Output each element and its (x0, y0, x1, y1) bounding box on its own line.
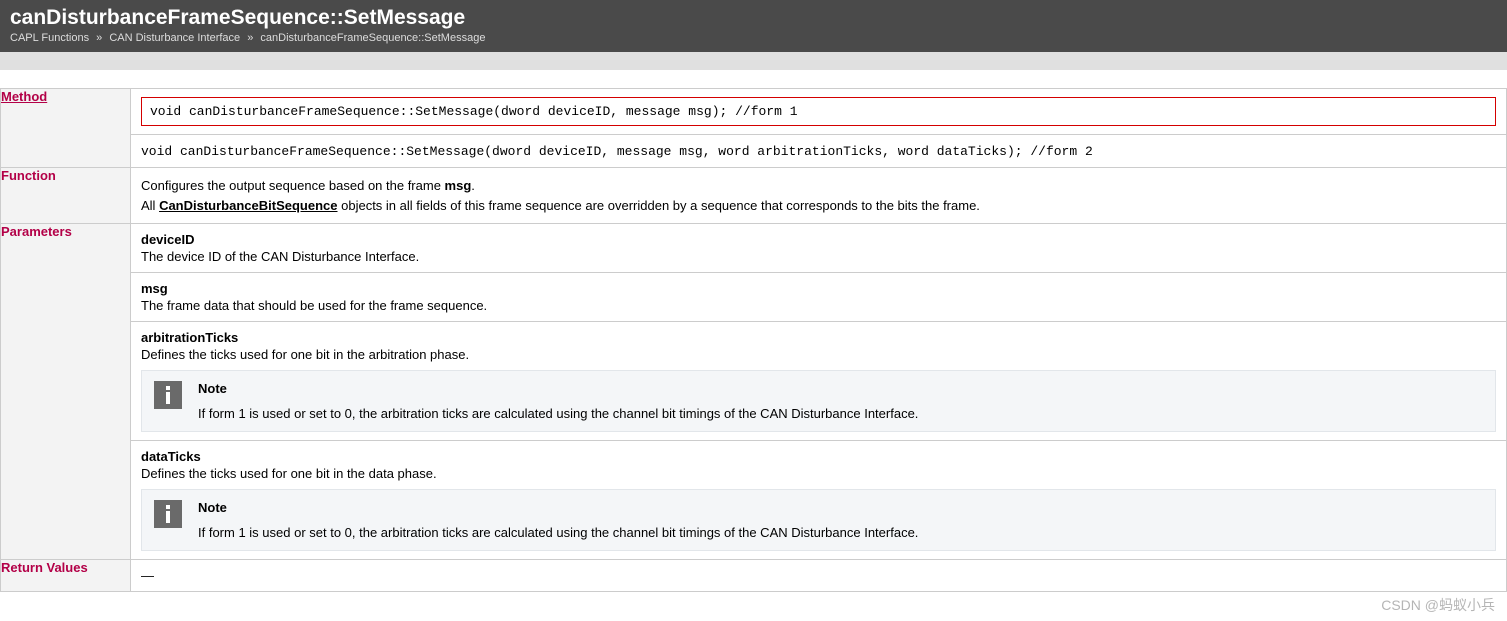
param-name: arbitrationTicks (141, 330, 1496, 345)
param-name: dataTicks (141, 449, 1496, 464)
param-block: msg The frame data that should be used f… (131, 272, 1506, 321)
function-text: . (471, 178, 475, 193)
row-parameters: Parameters deviceID The device ID of the… (1, 224, 1507, 560)
content-return-values: — (131, 560, 1507, 592)
breadcrumb: CAPL Functions » CAN Disturbance Interfa… (10, 32, 1497, 44)
method-signature-2: void canDisturbanceFrameSequence::SetMes… (141, 144, 1093, 159)
info-icon (154, 381, 182, 409)
breadcrumb-part[interactable]: CAPL Functions (10, 32, 89, 44)
content-method: void canDisturbanceFrameSequence::SetMes… (131, 89, 1507, 168)
page-title: canDisturbanceFrameSequence::SetMessage (10, 6, 1497, 30)
function-text: objects in all fields of this frame sequ… (338, 198, 980, 213)
info-icon (154, 500, 182, 528)
param-desc: The device ID of the CAN Disturbance Int… (141, 249, 1496, 264)
label-parameters: Parameters (1, 224, 131, 560)
method-signature-1: void canDisturbanceFrameSequence::SetMes… (141, 97, 1496, 126)
note-title: Note (198, 381, 1483, 396)
note-box: Note If form 1 is used or set to 0, the … (141, 370, 1496, 432)
param-desc: Defines the ticks used for one bit in th… (141, 466, 1496, 481)
label-method[interactable]: Method (1, 89, 131, 168)
function-link[interactable]: CanDisturbanceBitSequence (159, 198, 337, 213)
label-function: Function (1, 168, 131, 224)
label-return-values: Return Values (1, 560, 131, 592)
page-header: canDisturbanceFrameSequence::SetMessage … (0, 0, 1507, 52)
param-block: deviceID The device ID of the CAN Distur… (131, 224, 1506, 272)
function-text: All (141, 198, 159, 213)
row-function: Function Configures the output sequence … (1, 168, 1507, 224)
row-return-values: Return Values — (1, 560, 1507, 592)
row-method: Method void canDisturbanceFrameSequence:… (1, 89, 1507, 168)
param-desc: Defines the ticks used for one bit in th… (141, 347, 1496, 362)
breadcrumb-part[interactable]: CAN Disturbance Interface (109, 32, 240, 44)
param-block: dataTicks Defines the ticks used for one… (131, 440, 1506, 559)
function-text-bold: msg (445, 178, 472, 193)
subheader-bar (0, 52, 1507, 70)
definition-table: Method void canDisturbanceFrameSequence:… (0, 88, 1507, 592)
return-value: — (131, 560, 1506, 591)
breadcrumb-sep: » (96, 32, 102, 44)
note-title: Note (198, 500, 1483, 515)
content-function: Configures the output sequence based on … (131, 168, 1507, 224)
watermark: CSDN @蚂蚁小兵 (1381, 595, 1495, 615)
breadcrumb-part: canDisturbanceFrameSequence::SetMessage (260, 32, 485, 44)
note-body: If form 1 is used or set to 0, the arbit… (198, 525, 1483, 540)
param-block: arbitrationTicks Defines the ticks used … (131, 321, 1506, 440)
param-name: deviceID (141, 232, 1496, 247)
function-text: Configures the output sequence based on … (141, 178, 445, 193)
note-body: If form 1 is used or set to 0, the arbit… (198, 406, 1483, 421)
param-desc: The frame data that should be used for t… (141, 298, 1496, 313)
content-parameters: deviceID The device ID of the CAN Distur… (131, 224, 1507, 560)
breadcrumb-sep: » (247, 32, 253, 44)
param-name: msg (141, 281, 1496, 296)
note-box: Note If form 1 is used or set to 0, the … (141, 489, 1496, 551)
